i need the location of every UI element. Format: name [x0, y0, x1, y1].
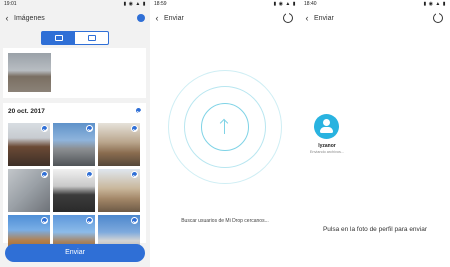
photo-thumbnail[interactable] [8, 169, 50, 212]
date-group-card: 20 oct. 2017 [3, 103, 146, 258]
status-time: 18:40 [304, 1, 317, 7]
check-icon [86, 171, 93, 178]
check-icon [131, 217, 138, 224]
refresh-icon[interactable] [433, 12, 443, 23]
radar-ring-inner [201, 103, 249, 151]
peer-name: lyzanor [318, 143, 336, 149]
status-icons: ▮ ◉ ▲ ▮ [273, 1, 296, 7]
check-icon [41, 217, 48, 224]
three-screen-collage: 19:01 ▮ ◉ ▲ ▮ ‹ Imágenes 20 oct. 2017 En… [0, 0, 450, 267]
check-icon [41, 171, 48, 178]
image-picker-screen: 19:01 ▮ ◉ ▲ ▮ ‹ Imágenes 20 oct. 2017 En… [0, 0, 150, 267]
status-bar: 19:01 ▮ ◉ ▲ ▮ [0, 0, 150, 9]
select-all-check-icon[interactable] [135, 107, 142, 114]
upload-arrow-icon [224, 120, 225, 134]
search-status-text: Buscar usuarios de Mi Drop cercanos... [181, 218, 269, 224]
status-time: 18:59 [154, 1, 167, 7]
photo-thumbnail[interactable] [98, 169, 140, 212]
page-title: Enviar [164, 14, 184, 22]
peer-found-screen: 18:40 ▮ ◉ ▲ ▮ ‹ Enviar lyzanor Enviando … [300, 0, 450, 267]
check-icon [41, 125, 48, 132]
send-hint-text: Pulsa en la foto de perfil para enviar [322, 226, 428, 233]
date-header: 20 oct. 2017 [8, 108, 45, 115]
back-arrow-icon[interactable]: ‹ [150, 10, 164, 26]
view-toggle [41, 31, 109, 45]
check-icon [131, 171, 138, 178]
photo-thumbnail[interactable] [53, 123, 95, 166]
previous-group-card [3, 48, 146, 98]
top-bar: ‹ Enviar [150, 10, 300, 26]
tab-images[interactable] [42, 32, 75, 44]
searching-screen: 18:59 ▮ ◉ ▲ ▮ ‹ Enviar Buscar usuarios d… [150, 0, 300, 267]
top-bar: ‹ Enviar [300, 10, 450, 26]
photo-thumbnail[interactable] [98, 123, 140, 166]
refresh-icon[interactable] [283, 12, 293, 23]
back-arrow-icon[interactable]: ‹ [300, 10, 314, 26]
selection-counter-icon[interactable] [137, 14, 145, 22]
photo-grid [8, 123, 140, 258]
photo-thumbnail[interactable] [8, 53, 51, 92]
photo-thumbnail[interactable] [8, 123, 50, 166]
page-title: Enviar [314, 14, 334, 22]
status-icons: ▮ ◉ ▲ ▮ [423, 1, 446, 7]
user-icon[interactable] [314, 114, 339, 139]
status-bar: 18:40 ▮ ◉ ▲ ▮ [300, 0, 450, 9]
status-time: 19:01 [4, 1, 17, 7]
image-icon [54, 35, 63, 41]
check-icon [86, 125, 93, 132]
check-icon [131, 125, 138, 132]
back-arrow-icon[interactable]: ‹ [0, 10, 14, 26]
album-icon [87, 35, 96, 41]
status-icons: ▮ ◉ ▲ ▮ [123, 1, 146, 7]
check-icon [86, 217, 93, 224]
tab-albums[interactable] [75, 32, 108, 44]
send-button[interactable]: Enviar [5, 244, 145, 262]
photo-thumbnail[interactable] [53, 169, 95, 212]
peer-status: Enviando archivos... [309, 150, 345, 154]
status-bar: 18:59 ▮ ◉ ▲ ▮ [150, 0, 300, 9]
top-bar: ‹ Imágenes [0, 10, 150, 26]
page-title: Imágenes [14, 14, 45, 22]
